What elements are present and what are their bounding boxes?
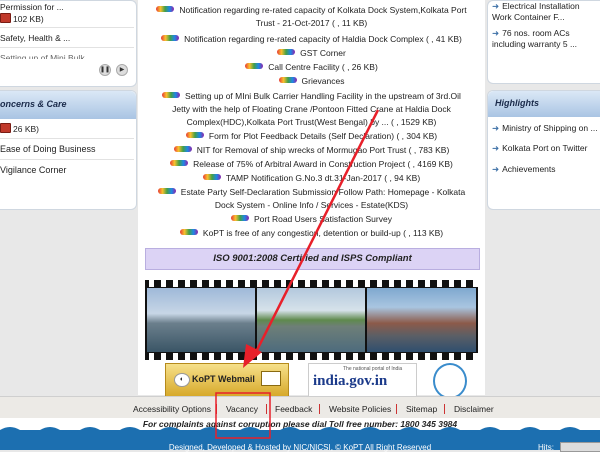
- annotation-arrow: [251, 109, 380, 359]
- annotation-overlay: [215, 109, 380, 439]
- vacancy-highlight-box: [215, 392, 271, 439]
